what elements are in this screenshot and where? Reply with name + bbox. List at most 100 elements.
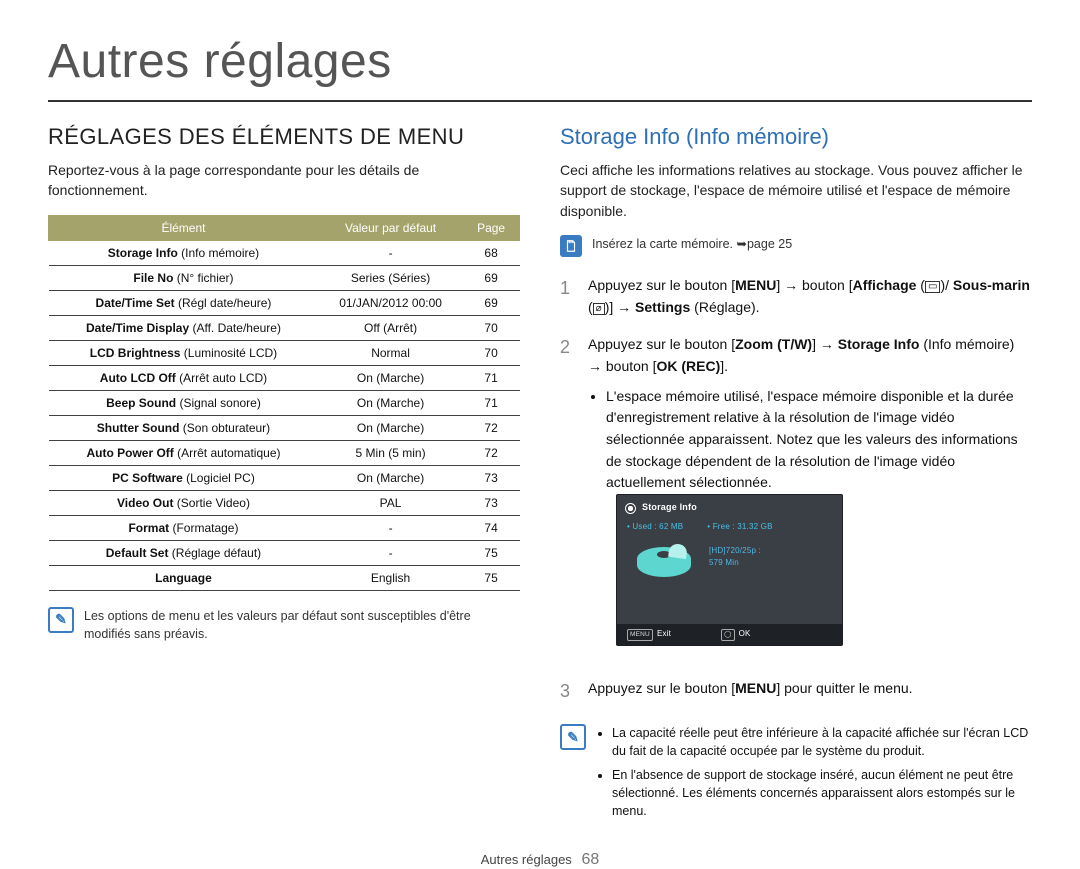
cell-element: Auto LCD Off (Arrêt auto LCD) [49,365,319,390]
cell-element: Auto Power Off (Arrêt automatique) [49,440,319,465]
table-row: Storage Info (Info mémoire)-68 [49,240,520,265]
step-number: 2 [560,334,574,662]
lcd-ok: OK [739,629,751,638]
cell-element: Format (Formatage) [49,515,319,540]
cell-page: 75 [463,540,520,565]
cell-page: 71 [463,390,520,415]
settings-table: Élément Valeur par défaut Page Storage I… [48,215,520,591]
lcd-title-bar: Storage Info [617,495,842,519]
page-footer: Autres réglages 68 [48,851,1032,869]
table-row: LCD Brightness (Luminosité LCD)Normal70 [49,340,520,365]
table-row: Auto Power Off (Arrêt automatique)5 Min … [49,440,520,465]
table-row: Shutter Sound (Son obturateur)On (Marche… [49,415,520,440]
cell-page: 69 [463,265,520,290]
th-element: Élément [49,215,319,240]
underwater-icon: ⌀ [593,303,605,315]
disk-icon [637,547,691,577]
lcd-duration: 579 Min [709,557,761,569]
storage-heading: Storage Info (Info mémoire) [560,124,1032,150]
footer-section: Autres réglages [481,852,572,867]
cell-element: Storage Info (Info mémoire) [49,240,319,265]
note-icon: ✎ [48,607,74,633]
lcd-exit: Exit [657,629,671,638]
table-row: Date/Time Set (Régl date/heure)01/JAN/20… [49,290,520,315]
cell-element: Date/Time Set (Régl date/heure) [49,290,319,315]
cell-default: On (Marche) [318,390,462,415]
final-note-item: La capacité réelle peut être inférieure … [612,724,1032,760]
step-2: 2 Appuyez sur le bouton [Zoom (T/W)] → S… [560,334,1032,662]
table-row: LanguageEnglish75 [49,565,520,590]
table-row: Format (Formatage)-74 [49,515,520,540]
lcd-used: • Used : 62 MB [627,521,683,533]
cell-default: Off (Arrêt) [318,315,462,340]
cell-default: 5 Min (5 min) [318,440,462,465]
cell-default: Series (Séries) [318,265,462,290]
cell-page: 72 [463,440,520,465]
table-row: Auto LCD Off (Arrêt auto LCD)On (Marche)… [49,365,520,390]
cell-element: Date/Time Display (Aff. Date/heure) [49,315,319,340]
final-note-item: En l'absence de support de stockage insé… [612,766,1032,820]
cell-default: - [318,240,462,265]
note-text: Les options de menu et les valeurs par d… [84,607,520,643]
cell-element: Beep Sound (Signal sonore) [49,390,319,415]
cell-default: On (Marche) [318,365,462,390]
table-row: File No (N° fichier)Series (Séries)69 [49,265,520,290]
table-row: Date/Time Display (Aff. Date/heure)Off (… [49,315,520,340]
cell-page: 68 [463,240,520,265]
title-rule [48,100,1032,102]
cell-element: Shutter Sound (Son obturateur) [49,415,319,440]
cell-default: On (Marche) [318,465,462,490]
cell-default: 01/JAN/2012 00:00 [318,290,462,315]
cell-page: 73 [463,465,520,490]
step-3-body: Appuyez sur le bouton [MENU] pour quitte… [588,678,913,706]
cell-page: 73 [463,490,520,515]
cell-element: Default Set (Réglage défaut) [49,540,319,565]
menu-key-icon: MENU [627,629,653,641]
table-row: PC Software (Logiciel PC)On (Marche)73 [49,465,520,490]
step-number: 3 [560,678,574,706]
th-default: Valeur par défaut [318,215,462,240]
settings-heading: RÉGLAGES DES ÉLÉMENTS DE MENU [48,124,520,150]
cell-element: PC Software (Logiciel PC) [49,465,319,490]
note-block: ✎ Les options de menu et les valeurs par… [48,607,520,643]
table-row: Video Out (Sortie Video)PAL73 [49,490,520,515]
footer-page: 68 [581,851,599,868]
lcd-preview: Storage Info • Used : 62 MB • Free : 31.… [616,494,843,646]
step-1: 1 Appuyez sur le bouton [MENU] → bouton … [560,275,1032,318]
lcd-free: • Free : 31.32 GB [707,521,772,533]
cell-default: On (Marche) [318,415,462,440]
cell-default: - [318,515,462,540]
step-2-body: Appuyez sur le bouton [Zoom (T/W)] → Sto… [588,334,1032,662]
cell-page: 70 [463,315,520,340]
th-page: Page [463,215,520,240]
cell-element: Video Out (Sortie Video) [49,490,319,515]
ok-key-icon: ◯ [721,629,734,641]
cell-default: PAL [318,490,462,515]
cell-page: 71 [463,365,520,390]
cell-element: LCD Brightness (Luminosité LCD) [49,340,319,365]
cell-page: 69 [463,290,520,315]
cell-default: English [318,565,462,590]
gear-icon [625,503,636,514]
note-icon: ✎ [560,724,586,750]
cell-page: 70 [463,340,520,365]
cell-page: 72 [463,415,520,440]
final-note: ✎ La capacité réelle peut être inférieur… [560,724,1032,827]
cell-page: 74 [463,515,520,540]
sd-note-text: Insérez la carte mémoire. ➥page 25 [592,235,792,253]
lcd-title-text: Storage Info [642,501,697,515]
page-title: Autres réglages [48,38,1032,86]
cell-page: 75 [463,565,520,590]
cell-element: File No (N° fichier) [49,265,319,290]
table-row: Default Set (Réglage défaut)-75 [49,540,520,565]
sd-card-icon [560,235,582,257]
step-2-bullet: L'espace mémoire utilisé, l'espace mémoi… [606,386,1032,494]
step-number: 1 [560,275,574,318]
cell-default: - [318,540,462,565]
lcd-resolution: [HD]720/25p : [709,545,761,557]
step-3: 3 Appuyez sur le bouton [MENU] pour quit… [560,678,1032,706]
storage-intro: Ceci affiche les informations relatives … [560,160,1032,221]
settings-intro: Reportez-vous à la page correspondante p… [48,160,520,201]
left-column: RÉGLAGES DES ÉLÉMENTS DE MENU Reportez-v… [48,124,520,827]
display-icon: ▭ [925,281,940,293]
